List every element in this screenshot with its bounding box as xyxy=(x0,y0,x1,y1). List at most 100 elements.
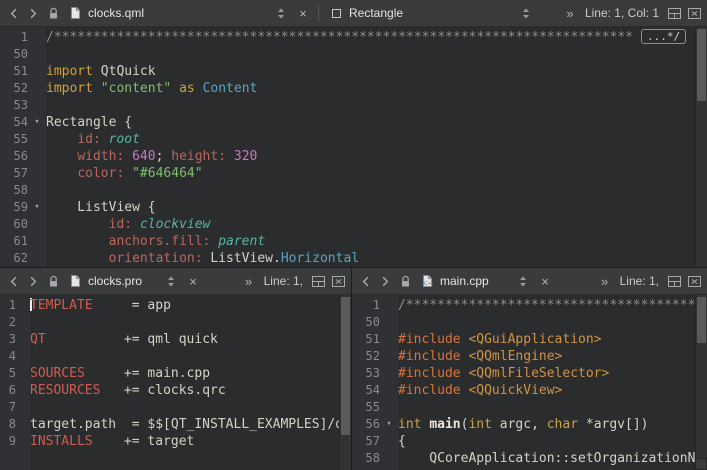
scrollbar-thumb[interactable] xyxy=(697,297,706,343)
fold-marker[interactable]: ▾ xyxy=(28,114,46,131)
fold-marker[interactable]: ▾ xyxy=(380,416,398,433)
code-token xyxy=(124,149,132,164)
scrollbar-thumb[interactable] xyxy=(341,297,350,435)
close-split-icon[interactable] xyxy=(329,271,347,291)
back-button[interactable] xyxy=(4,3,22,23)
close-document-button[interactable]: × xyxy=(294,3,312,23)
code-token: Rectangle { xyxy=(46,115,132,130)
code-token: SOURCES xyxy=(30,366,85,381)
code-token xyxy=(46,149,77,164)
forward-button[interactable] xyxy=(24,3,42,23)
code-line: 1TEMPLATE = app xyxy=(0,297,351,314)
cursor-position: Line: 1, xyxy=(264,274,303,288)
code-line: 58 xyxy=(0,182,707,199)
code-token: QtQuick xyxy=(93,64,156,79)
open-document-name[interactable]: clocks.qml xyxy=(88,6,144,20)
code-line: 52import "content" as Content xyxy=(0,80,707,97)
code-token xyxy=(101,132,109,147)
overflow-chevron[interactable]: » xyxy=(240,271,258,291)
forward-button[interactable] xyxy=(376,271,394,291)
editor-pane-main: clocks.qml × Rectangle » Line: 1, xyxy=(0,0,707,268)
split-editor-icon[interactable] xyxy=(665,3,683,23)
split-editor-icon[interactable] xyxy=(665,271,683,291)
code-token: orientation: xyxy=(109,251,203,266)
close-split-icon[interactable] xyxy=(685,3,703,23)
close-document-button[interactable]: × xyxy=(536,271,554,291)
code-token: = app xyxy=(93,298,171,313)
code-token xyxy=(132,217,140,232)
symbol-selector[interactable]: Rectangle xyxy=(325,2,537,24)
forward-button[interactable] xyxy=(24,271,42,291)
back-button[interactable] xyxy=(356,271,374,291)
line-number: 5 xyxy=(0,365,16,382)
code-text: import QtQuick xyxy=(46,63,156,80)
overflow-chevron[interactable]: » xyxy=(596,271,614,291)
code-editor-cpp[interactable]: 1/**************************************… xyxy=(352,295,707,470)
open-document-selector[interactable]: clocks.qml xyxy=(64,2,292,24)
code-text: width: 640; height: 320 xyxy=(46,148,257,165)
code-token: <QQmlEngine> xyxy=(468,349,562,364)
fold-marker xyxy=(380,365,398,382)
close-split-icon[interactable] xyxy=(685,271,703,291)
line-number: 3 xyxy=(0,331,16,348)
symbol-name[interactable]: Rectangle xyxy=(349,6,403,20)
vertical-scrollbar[interactable] xyxy=(695,27,707,267)
open-document-selector[interactable]: clocks.pro xyxy=(64,270,182,292)
scrollbar-thumb[interactable] xyxy=(697,29,706,101)
document-dropdown-icon[interactable] xyxy=(162,271,180,291)
code-line: 52#include <QQmlEngine> xyxy=(352,348,707,365)
code-line: 55 xyxy=(352,399,707,416)
line-number: 1 xyxy=(0,29,28,46)
symbol-dropdown-icon[interactable] xyxy=(517,3,535,23)
code-editor-pro[interactable]: 1TEMPLATE = app23QT += qml quick45SOURCE… xyxy=(0,295,351,470)
lock-icon[interactable] xyxy=(44,3,62,23)
code-token: import xyxy=(46,64,93,79)
code-lines: 1TEMPLATE = app23QT += qml quick45SOURCE… xyxy=(0,297,351,450)
code-text: int main(int argc, char *argv[]) xyxy=(398,416,649,433)
code-line: 1/**************************************… xyxy=(352,297,707,314)
vertical-scrollbar[interactable] xyxy=(695,295,707,470)
code-token: += main.cpp xyxy=(85,366,210,381)
code-line: 58 QCoreApplication::setOrganizationNam xyxy=(352,450,707,467)
line-number: 59 xyxy=(0,199,28,216)
lock-icon[interactable] xyxy=(396,271,414,291)
line-number: 56 xyxy=(352,416,380,433)
fold-marker xyxy=(380,433,398,450)
open-document-selector[interactable]: C++ main.cpp xyxy=(416,270,534,292)
code-token: #include xyxy=(398,383,461,398)
code-line: 50 xyxy=(352,314,707,331)
line-number: 58 xyxy=(0,182,28,199)
open-document-name[interactable]: clocks.pro xyxy=(88,274,142,288)
editor-pane-bottom-right: C++ main.cpp × » Line: 1, xyxy=(352,268,707,470)
overflow-chevron[interactable]: » xyxy=(561,3,579,23)
back-button[interactable] xyxy=(4,271,22,291)
fold-marker[interactable]: ▾ xyxy=(28,199,46,216)
line-number: 52 xyxy=(0,80,28,97)
folded-comment-badge[interactable]: ...*/ xyxy=(641,29,686,44)
code-editor-qml[interactable]: 1 /**************************************… xyxy=(0,27,707,267)
code-token: INSTALLS xyxy=(30,434,93,449)
lock-icon[interactable] xyxy=(44,271,62,291)
code-text: color: "#646464" xyxy=(46,165,203,182)
document-dropdown-icon[interactable] xyxy=(514,271,532,291)
code-token xyxy=(46,217,109,232)
code-lines: 1/**************************************… xyxy=(352,297,707,467)
code-token: root xyxy=(109,132,140,147)
fold-marker xyxy=(380,348,398,365)
rectangle-symbol-icon xyxy=(327,3,345,23)
split-editor-icon[interactable] xyxy=(309,271,327,291)
line-number: 8 xyxy=(0,416,16,433)
close-document-button[interactable]: × xyxy=(184,271,202,291)
scrollbar-corner[interactable] xyxy=(695,458,707,470)
line-number: 1 xyxy=(352,297,380,314)
code-line: 57{ xyxy=(352,433,707,450)
document-dropdown-icon[interactable] xyxy=(272,3,290,23)
code-line: 55 id: root xyxy=(0,131,707,148)
code-token: <QQuickView> xyxy=(468,383,562,398)
open-document-name[interactable]: main.cpp xyxy=(440,274,489,288)
line-number: 57 xyxy=(352,433,380,450)
code-text: /***************************************… xyxy=(46,29,686,46)
code-token: char xyxy=(547,417,578,432)
code-token: RESOURCES xyxy=(30,383,100,398)
vertical-scrollbar[interactable] xyxy=(339,295,351,470)
